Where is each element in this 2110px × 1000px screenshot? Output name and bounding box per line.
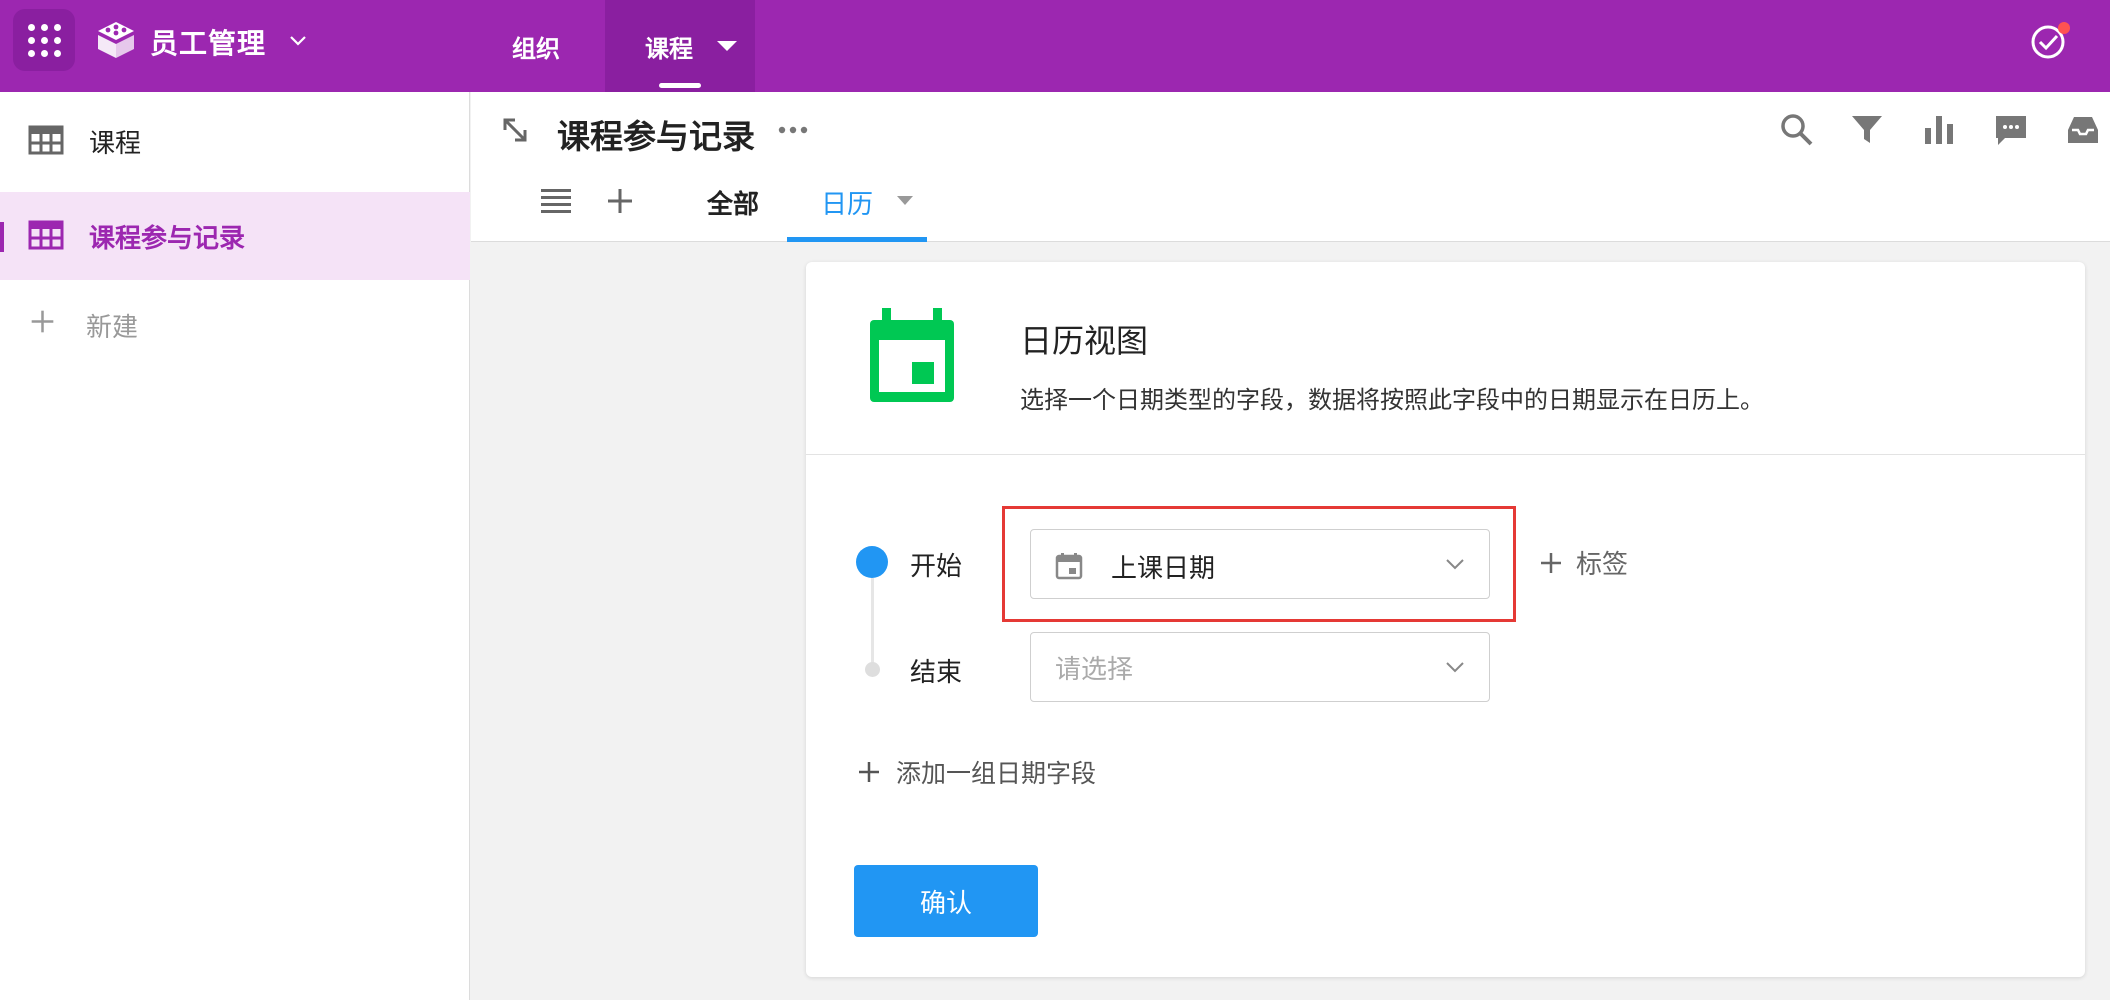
search-icon[interactable]: [1779, 112, 1815, 148]
sidebar-item-course-records[interactable]: 课程参与记录: [0, 192, 470, 280]
caret-down-icon[interactable]: [717, 41, 737, 51]
page-title: 课程参与记录: [557, 117, 755, 156]
view-tab-label: 全部: [707, 190, 760, 220]
sidebar: 课程 课程参与记录 新建: [0, 92, 470, 1000]
nav-tab-label: 组织: [512, 34, 560, 63]
calendar-icon: [1055, 553, 1083, 580]
start-date-value: 上课日期: [1111, 554, 1216, 584]
sidebar-item-label: 课程参与记录: [89, 223, 246, 254]
chevron-down-icon: [1446, 559, 1464, 570]
nav-tab-label: 课程: [645, 34, 693, 63]
table-icon: [28, 125, 64, 155]
end-label: 结束: [910, 658, 963, 688]
view-tab-all[interactable]: 全部: [707, 184, 759, 242]
end-date-select[interactable]: 请选择: [1030, 632, 1490, 702]
step-connector: [871, 578, 874, 668]
chevron-down-icon: [1446, 662, 1464, 673]
expand-icon[interactable]: [499, 114, 531, 146]
more-icon[interactable]: [777, 124, 809, 136]
card-title: 日历视图: [1020, 322, 1149, 360]
main-header: 课程参与记录 全部 日历: [471, 92, 2110, 242]
active-view-indicator: [787, 237, 927, 242]
add-date-group-button[interactable]: 添加一组日期字段: [858, 754, 1096, 790]
view-list-icon[interactable]: [541, 188, 571, 214]
sidebar-item-label: 课程: [89, 128, 142, 159]
chart-icon[interactable]: [1921, 112, 1957, 148]
sidebar-new-button[interactable]: 新建: [0, 281, 470, 369]
card-description: 选择一个日期类型的字段，数据将按照此字段中的日期显示在日历上。: [1020, 386, 1764, 414]
confirm-button[interactable]: 确认: [854, 865, 1038, 937]
plus-icon: [31, 310, 54, 333]
view-tab-calendar[interactable]: 日历: [787, 184, 927, 242]
nav-tab-organization[interactable]: 组织: [512, 0, 560, 92]
add-tag-button[interactable]: 标签: [1540, 544, 1628, 581]
add-tag-label: 标签: [1576, 550, 1629, 580]
table-icon: [28, 220, 64, 250]
divider: [806, 454, 2085, 455]
start-date-select[interactable]: 上课日期: [1030, 529, 1490, 599]
start-label: 开始: [910, 552, 963, 582]
apps-grid-icon[interactable]: [13, 9, 75, 71]
calendar-setup-card: 日历视图 选择一个日期类型的字段，数据将按照此字段中的日期显示在日历上。 开始 …: [806, 262, 2085, 977]
nav-tab-course[interactable]: 课程: [605, 0, 755, 92]
end-date-placeholder: 请选择: [1055, 655, 1134, 685]
caret-down-icon[interactable]: [897, 196, 914, 205]
plus-icon: [859, 762, 879, 782]
notification-dot: [2058, 22, 2070, 34]
add-date-group-label: 添加一组日期字段: [896, 759, 1097, 788]
start-step-dot: [856, 546, 888, 578]
comment-icon[interactable]: [1993, 112, 2029, 148]
filter-icon[interactable]: [1849, 112, 1885, 148]
view-tab-label: 日历: [821, 190, 874, 220]
chevron-down-icon[interactable]: [288, 30, 308, 50]
top-bar: 员工管理 组织 课程: [0, 0, 2110, 92]
calendar-icon: [870, 308, 954, 402]
app-logo-icon: [98, 22, 134, 58]
add-view-icon[interactable]: [605, 186, 635, 216]
plus-icon: [1541, 552, 1561, 573]
sidebar-item-course[interactable]: 课程: [0, 97, 470, 185]
active-tab-indicator: [659, 83, 701, 88]
inbox-icon[interactable]: [2065, 112, 2101, 148]
end-step-dot: [865, 662, 880, 677]
sidebar-new-label: 新建: [86, 312, 139, 343]
active-indicator: [0, 222, 4, 252]
app-name[interactable]: 员工管理: [150, 22, 266, 62]
